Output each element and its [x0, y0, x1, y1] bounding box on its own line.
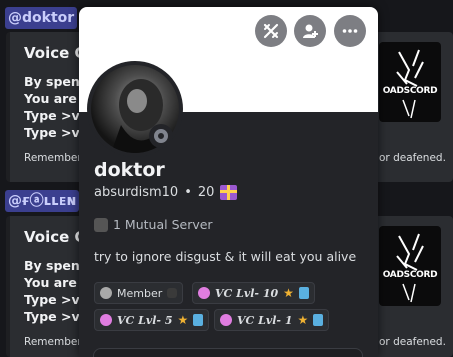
role-label: VC Lvl- 10: [215, 286, 279, 300]
mutual-servers-label: 1 Mutual Server: [113, 217, 213, 232]
sword-button[interactable]: [255, 15, 287, 47]
user-mention[interactable]: @doktor: [5, 7, 78, 29]
embed-footer: Remember: [24, 336, 82, 348]
embed-footer: or deafened.: [379, 152, 446, 164]
more-icon: [342, 29, 358, 33]
embed-footer: Remember: [24, 152, 82, 164]
thumbnail-art-icon: [396, 233, 424, 303]
role-chip[interactable]: VC Lvl- 10 ★: [192, 282, 315, 304]
role-color-dot: [198, 287, 210, 299]
offline-status-indicator: [149, 124, 173, 148]
role-color-dot: [100, 314, 112, 326]
add-friend-button[interactable]: [294, 15, 326, 47]
thumbnail-art-icon: [396, 49, 424, 119]
star-icon: ★: [177, 313, 189, 327]
embed-line: Type >vc: [24, 125, 88, 140]
server-icon: [94, 217, 108, 232]
badge-count: 20: [197, 185, 215, 200]
separator: •: [184, 185, 192, 200]
role-chip[interactable]: VC Lvl- 1 ★: [214, 309, 330, 331]
user-mention[interactable]: @ғⓐʟʟᴇɴ: [5, 190, 80, 212]
display-name: doktor: [94, 159, 165, 181]
user-profile-popup: doktor absurdism10 • 20 1 Mutual Server …: [79, 7, 378, 357]
role-label: VC Lvl- 5: [117, 313, 173, 327]
role-chip[interactable]: VC Lvl- 5 ★: [94, 309, 210, 331]
sword-icon: [263, 23, 279, 39]
message-input[interactable]: [93, 348, 363, 357]
role-icon: [167, 288, 178, 298]
role-badge-icon: [193, 314, 204, 326]
role-color-dot: [100, 287, 112, 299]
embed-line: Type >vc: [24, 309, 88, 324]
role-label: Member: [117, 286, 163, 300]
username[interactable]: absurdism10: [94, 185, 178, 200]
profile-bio: try to ignore disgust & it will eat you …: [94, 249, 357, 264]
thumbnail-text: OADSCORD: [382, 86, 438, 96]
embed-thumbnail[interactable]: OADSCORD: [379, 42, 441, 122]
role-chip[interactable]: Member: [94, 282, 184, 304]
username-line: absurdism10 • 20: [94, 185, 238, 200]
role-badge-icon: [313, 314, 324, 326]
gift-icon[interactable]: [220, 185, 238, 200]
add-friend-icon: [303, 24, 318, 38]
more-options-button[interactable]: [334, 15, 366, 47]
status-icon: [154, 129, 168, 143]
star-icon: ★: [297, 313, 309, 327]
thumbnail-text: OADSCORD: [382, 270, 438, 280]
mutual-servers[interactable]: 1 Mutual Server: [94, 217, 213, 232]
embed-footer: or deafened.: [379, 336, 446, 348]
role-color-dot: [220, 314, 232, 326]
embed-thumbnail[interactable]: OADSCORD: [379, 226, 441, 306]
star-icon: ★: [283, 286, 294, 300]
role-label: VC Lvl- 1: [237, 313, 293, 327]
role-badge-icon: [298, 287, 309, 299]
